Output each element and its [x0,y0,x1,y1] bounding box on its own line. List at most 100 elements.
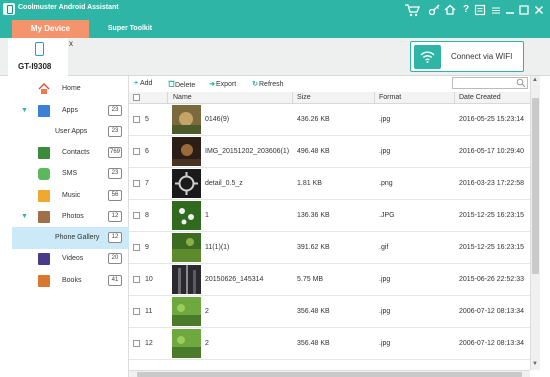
scroll-down-icon[interactable]: ▼ [532,361,538,367]
table-row[interactable]: 7 detail_0.5_z 1.81 KB .png 2016-03-23 1… [129,168,530,200]
count-badge: 23 [108,105,122,116]
row-index: 6 [145,148,149,155]
count-badge: 56 [108,190,122,201]
table-row[interactable]: 5 0146(9) 436.26 KB .jpg 2016-05-25 15:2… [129,104,530,136]
row-index: 10 [145,276,153,283]
row-index: 7 [145,180,149,187]
table-row[interactable]: 9 11(1)(1) 391.62 KB .gif 2015-12-25 16:… [129,232,530,264]
sidebar-item-photos[interactable]: ▼ Photos 12 [12,206,129,228]
close-icon[interactable] [533,4,545,16]
file-format: .png [379,180,393,187]
minimize-icon[interactable] [504,4,516,16]
music-icon [38,190,50,202]
wifi-icon [414,45,441,69]
sidebar-item-sms[interactable]: SMS 23 [12,163,129,185]
table-row[interactable]: 10 20150626_145314 5.75 MB .jpg 2015-06-… [129,264,530,296]
scrollbar-thumb[interactable] [532,98,539,274]
cart-icon[interactable] [404,3,420,17]
table-row[interactable]: 6 IMG_20151202_203606(1) 496.48 KB .jpg … [129,136,530,168]
sidebar-item-label: Home [62,85,81,92]
file-date: 2006-07-12 08:13:34 [459,308,524,315]
search-input[interactable] [452,77,528,89]
horizontal-scrollbar[interactable] [129,370,530,377]
select-all-checkbox[interactable] [133,94,140,101]
settings-menu-icon[interactable] [490,4,502,16]
videos-icon [38,253,50,265]
connect-wifi-button[interactable]: Connect via WIFI [410,41,524,72]
device-strip: GT-I9308 x Connect via WIFI [0,38,550,76]
column-header-date[interactable]: Date Created [459,94,501,101]
row-index: 9 [145,244,149,251]
file-size: 356.48 KB [297,340,330,347]
sidebar-item-home[interactable]: Home [12,78,129,100]
row-checkbox[interactable] [133,116,140,123]
trash-icon [167,80,175,89]
home-icon[interactable] [444,4,456,16]
photo-thumbnail [172,297,201,326]
sidebar-item-music[interactable]: Music 56 [12,185,129,207]
sidebar-item-user-apps[interactable]: User Apps 23 [12,121,129,143]
maximize-icon[interactable] [518,4,530,16]
file-format: .jpg [379,340,391,347]
expand-arrow-icon[interactable]: ▼ [21,107,28,114]
column-header-size[interactable]: Size [297,94,311,101]
sidebar: Home ▼ Apps 23 User Apps 23 Contacts 769… [12,76,129,377]
column-separator [292,92,293,104]
file-format: .jpg [379,148,391,155]
photo-thumbnail [172,105,201,134]
sidebar-item-label: Books [62,277,82,284]
column-separator [374,92,375,104]
sidebar-item-apps[interactable]: ▼ Apps 23 [12,100,129,122]
file-name: 2 [205,340,209,347]
expand-arrow-icon[interactable]: ▼ [21,213,28,220]
app-title: Coolmuster Android Assistant [18,4,119,11]
file-name: 11(1)(1) [205,244,230,251]
tab-my-device[interactable]: My Device [12,20,89,38]
tab-super-toolkit[interactable]: Super Toolkit [100,20,160,38]
photo-thumbnail [172,329,201,358]
delete-label: Delete [175,82,196,89]
contacts-icon [38,147,50,159]
table-row[interactable]: 11 2 356.48 KB .jpg 2006-07-12 08:13:34 [129,296,530,328]
key-icon[interactable] [428,4,440,16]
row-checkbox[interactable] [133,276,140,283]
file-format: .jpg [379,308,391,315]
refresh-button[interactable]: ↻Refresh [251,80,283,88]
device-card[interactable]: GT-I9308 x [8,38,73,76]
export-button[interactable]: ➜Export [208,80,236,88]
file-size: 1.81 KB [297,180,322,187]
sidebar-item-label: Music [62,192,81,199]
file-format: .jpg [379,276,391,283]
sidebar-item-contacts[interactable]: Contacts 769 [12,142,129,164]
row-checkbox[interactable] [133,180,140,187]
row-index: 11 [145,308,153,315]
add-button[interactable]: + Add [132,80,153,87]
photo-thumbnail [172,233,201,262]
file-format: .gif [379,244,389,251]
top-nav: My Device Super Toolkit [0,20,550,38]
table-header: Name Size Format Date Created [129,92,530,104]
sidebar-item-books[interactable]: Books 41 [12,270,129,292]
scroll-up-icon[interactable]: ▲ [532,77,538,83]
row-checkbox[interactable] [133,244,140,251]
delete-button[interactable]: Delete [167,80,195,89]
column-header-name[interactable]: Name [173,94,192,101]
file-date: 2015-06-26 22:52:33 [459,276,524,283]
sidebar-item-phone-gallery[interactable]: Phone Gallery 12 [12,227,129,249]
scrollbar-thumb[interactable] [137,372,522,377]
device-disconnect-icon[interactable]: x [69,39,73,48]
table-row[interactable]: 8 1 136.36 KB .JPG 2015-12-25 16:23:15 [129,200,530,232]
row-checkbox[interactable] [133,148,140,155]
count-badge: 23 [108,126,122,137]
search-icon[interactable] [516,78,526,88]
row-checkbox[interactable] [133,308,140,315]
row-checkbox[interactable] [133,340,140,347]
sidebar-item-videos[interactable]: Videos 20 [12,248,129,270]
column-header-format[interactable]: Format [379,94,401,101]
vertical-scrollbar[interactable]: ▲ ▼ [530,76,540,370]
row-checkbox[interactable] [133,212,140,219]
row-index: 12 [145,340,153,347]
feedback-icon[interactable] [474,4,486,16]
table-row[interactable]: 12 2 356.48 KB .jpg 2006-07-12 08:13:34 [129,328,530,360]
help-icon[interactable]: ? [460,4,472,16]
